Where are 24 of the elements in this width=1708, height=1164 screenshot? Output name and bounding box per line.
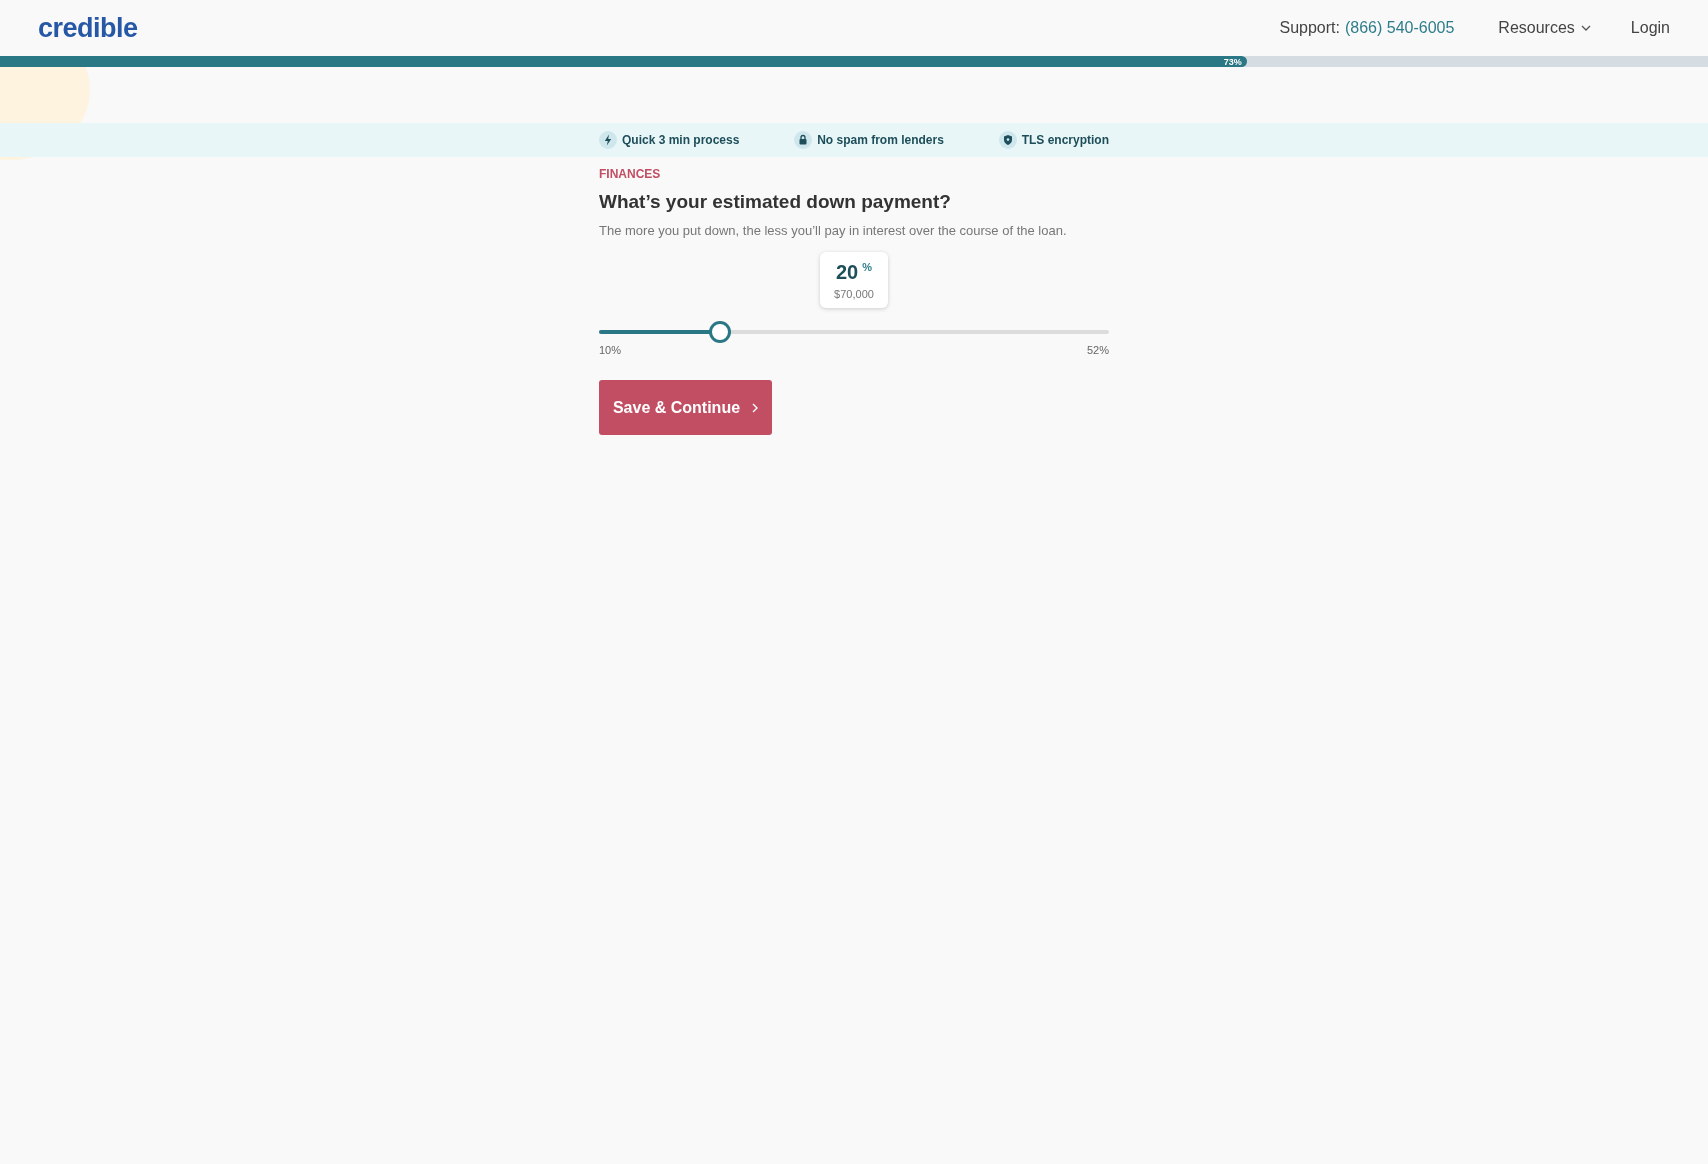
shield-icon <box>998 131 1017 149</box>
lock-icon <box>794 131 813 149</box>
lightning-icon <box>599 131 617 149</box>
section-label: FINANCES <box>599 167 662 181</box>
slider-max-label: 52% <box>1086 344 1109 356</box>
question-title: What’s your estimated down payment? <box>599 191 952 213</box>
trust-label: TLS encryption <box>1021 133 1109 147</box>
chevron-down-icon <box>1580 25 1591 31</box>
amount-value: $70,000 <box>834 288 874 300</box>
support-label: Support: <box>1279 19 1340 37</box>
save-continue-button[interactable]: Save & Continue <box>599 380 772 435</box>
chevron-right-icon <box>752 402 759 413</box>
logo[interactable]: credible <box>38 12 138 44</box>
nav-dropdown[interactable]: Resources <box>1498 19 1591 37</box>
percent-unit: % <box>862 261 872 273</box>
trust-label: Quick 3 min process <box>622 133 740 147</box>
percent-value: 20 <box>835 261 859 284</box>
phone-link[interactable]: (866) 540-6005 <box>1344 19 1455 37</box>
nav-link[interactable]: Login <box>1630 19 1670 37</box>
slider-min-label: 10% <box>599 344 622 356</box>
question-description: The more you put down, the less you’ll pay in interest over the course of the loan. <box>599 223 1068 238</box>
progress-label: 73% <box>1223 56 1242 67</box>
slider-thumb[interactable] <box>709 321 732 343</box>
trust-label: No spam from lenders <box>817 133 944 147</box>
